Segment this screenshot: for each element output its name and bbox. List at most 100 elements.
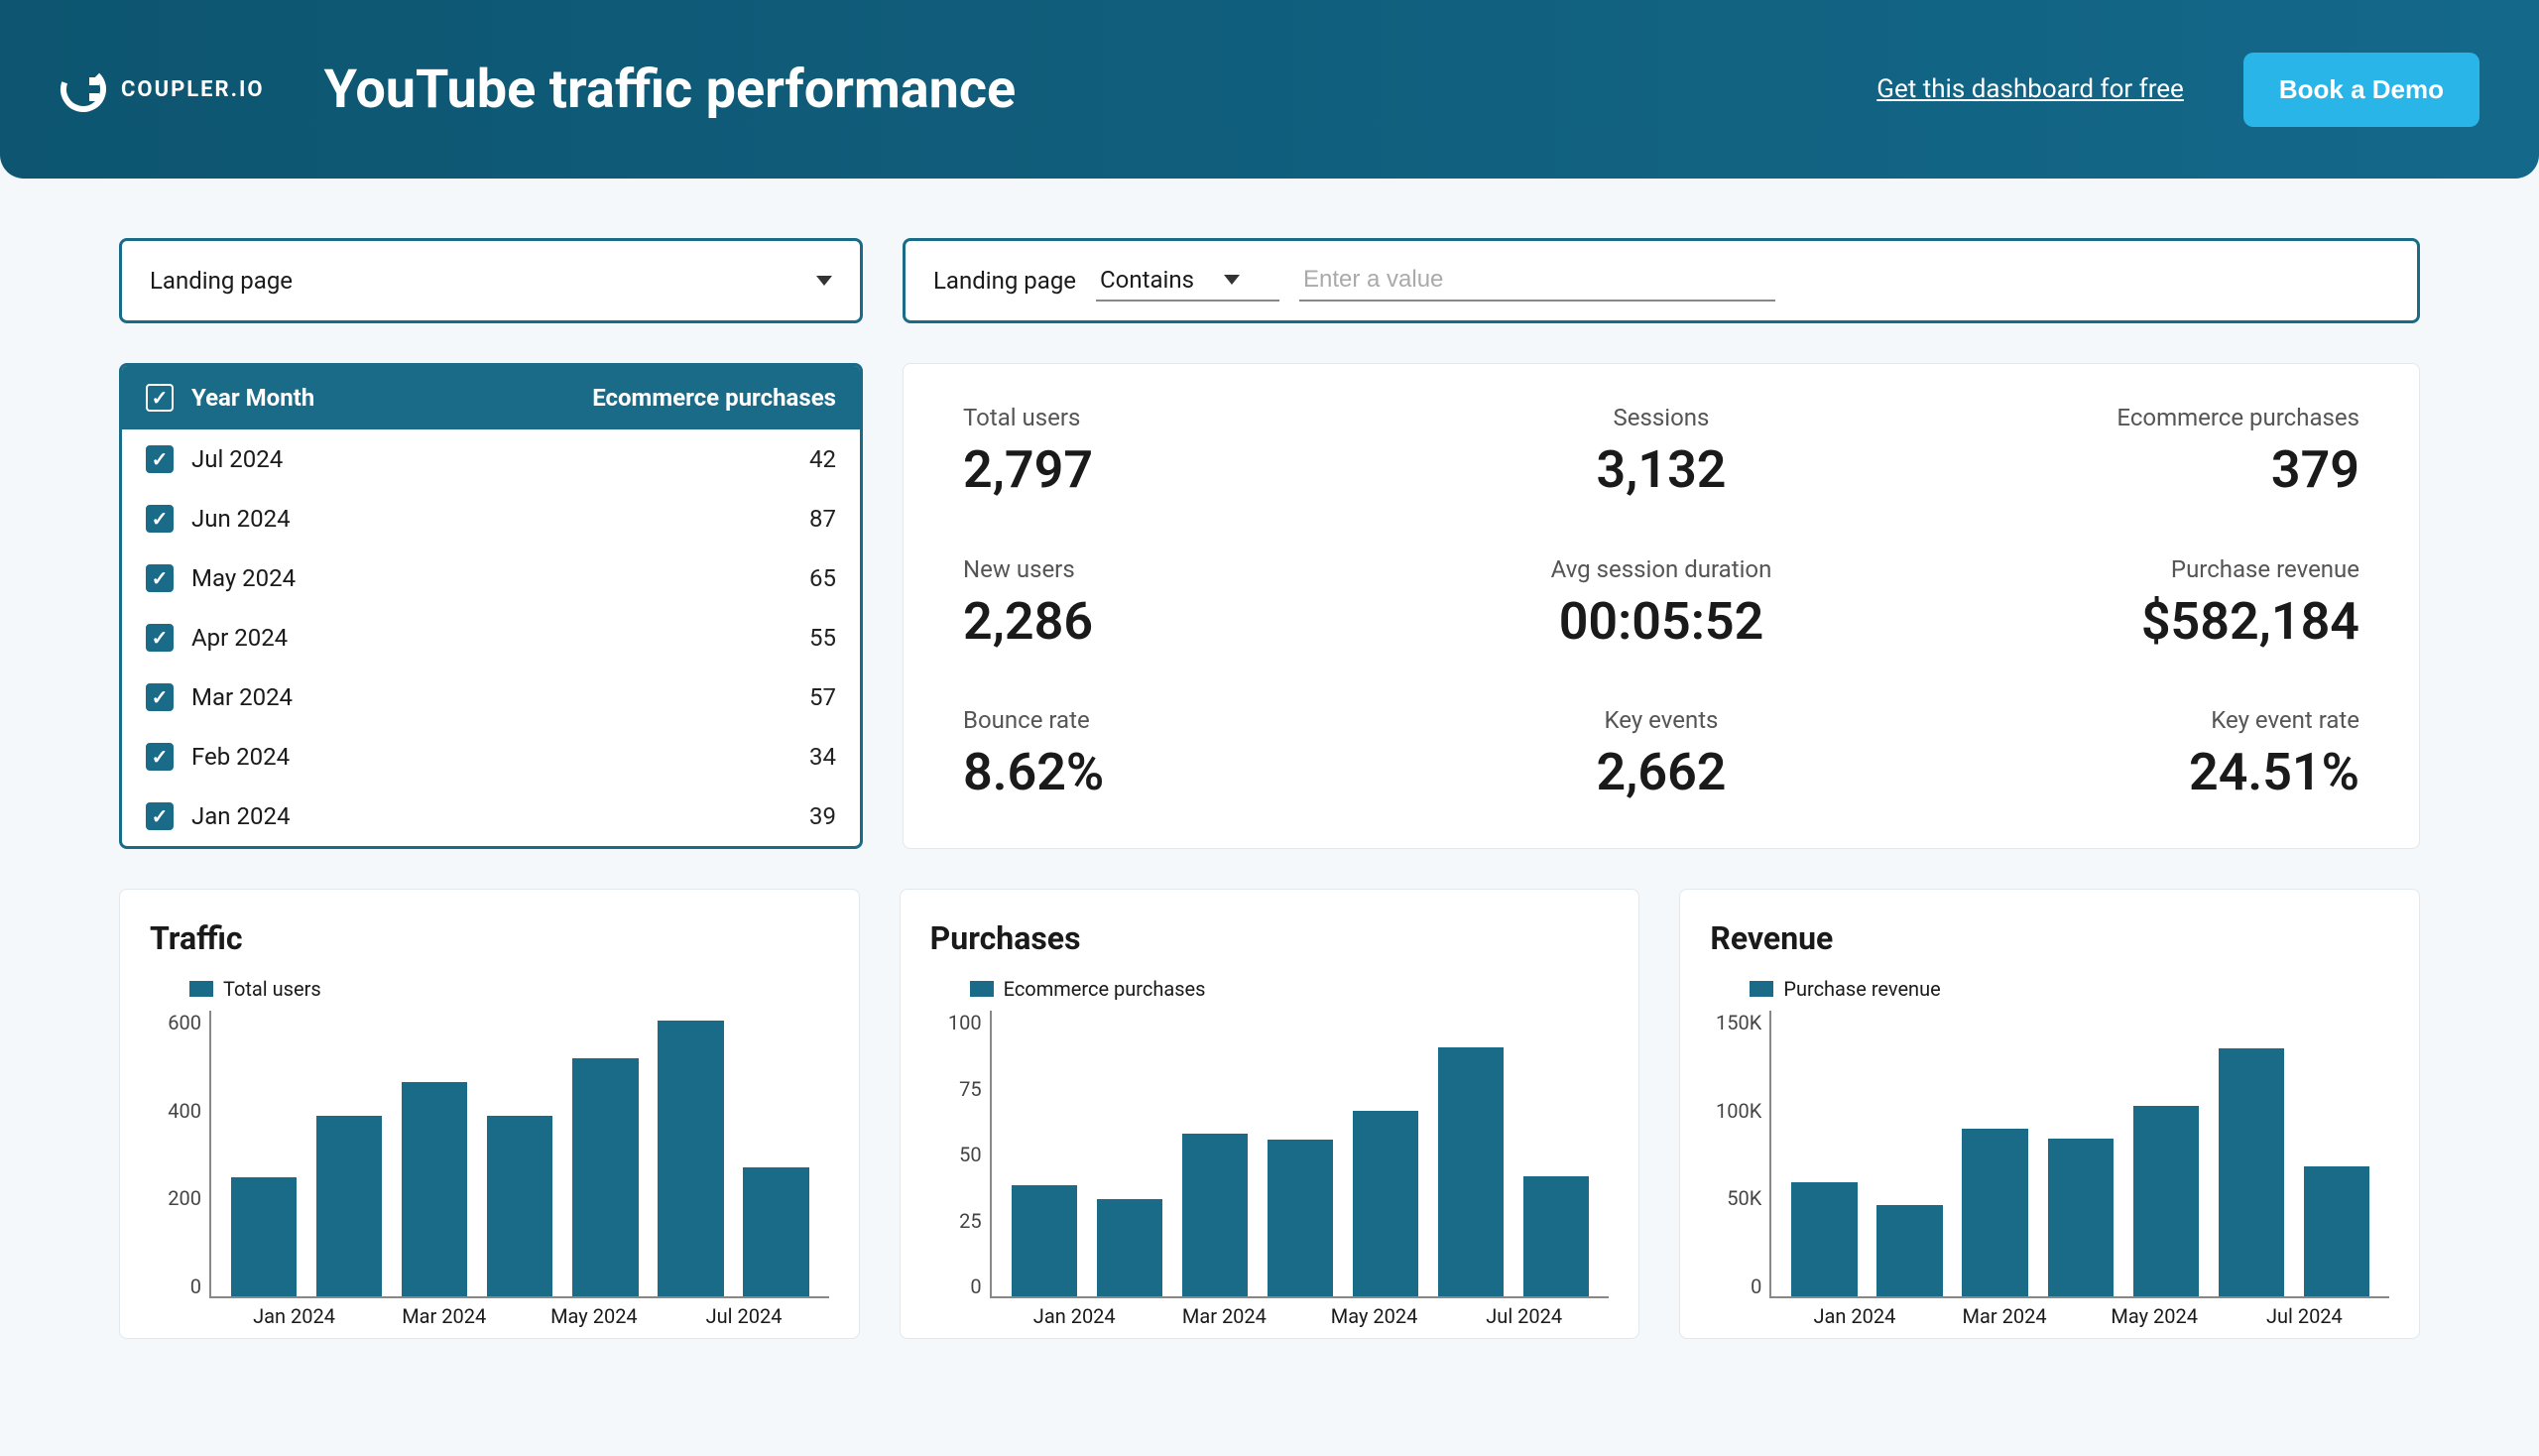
- x-axis: Jan 2024Mar 2024May 2024Jul 2024: [209, 1298, 829, 1328]
- select-all-checkbox[interactable]: [146, 384, 174, 412]
- row-checkbox[interactable]: [146, 743, 174, 771]
- y-tick-label: 100K: [1716, 1099, 1761, 1123]
- chart-bar: [1097, 1199, 1162, 1296]
- row-checkbox[interactable]: [146, 564, 174, 592]
- y-tick-label: 200: [168, 1186, 201, 1210]
- y-tick-label: 400: [168, 1099, 201, 1123]
- book-demo-button[interactable]: Book a Demo: [2243, 53, 2479, 127]
- metrics-card: Total users 2,797Sessions3,132Ecommerce p…: [903, 363, 2420, 849]
- y-tick-label: 600: [168, 1011, 201, 1034]
- legend-swatch: [970, 981, 994, 997]
- metric: Sessions3,132: [1428, 404, 1893, 506]
- row-metric-value: 55: [809, 624, 836, 652]
- caret-down-icon: [816, 276, 832, 286]
- chart-bar: [487, 1116, 552, 1296]
- chart-bar: [2048, 1139, 2114, 1296]
- x-tick-label: Jul 2024: [1449, 1304, 1599, 1328]
- filter-dimension-label: Landing page: [933, 267, 1076, 295]
- chart-plot: 1007550250Jan 2024Mar 2024May 2024Jul 20…: [930, 1011, 1610, 1328]
- table-row[interactable]: Jan 2024 39: [122, 787, 860, 846]
- dimension-select[interactable]: Landing page: [119, 238, 863, 323]
- row-checkbox[interactable]: [146, 624, 174, 652]
- x-axis: Jan 2024Mar 2024May 2024Jul 2024: [990, 1298, 1610, 1328]
- table-row[interactable]: Jun 202487: [122, 489, 860, 548]
- x-tick-label: Mar 2024: [1149, 1304, 1299, 1328]
- plot-area: [1769, 1011, 2389, 1298]
- y-tick-label: 150K: [1716, 1011, 1761, 1034]
- metric-value: 2,797: [963, 439, 1428, 500]
- x-tick-label: Mar 2024: [1929, 1304, 2079, 1328]
- col-header-month: Year Month: [191, 384, 314, 412]
- chart-card: Purchases Ecommerce purchases 1007550250Ja…: [900, 889, 1640, 1339]
- page-title: YouTube traffic performance: [324, 59, 1818, 121]
- metric-value: 2,286: [963, 591, 1428, 652]
- table-row[interactable]: Mar 202457: [122, 667, 860, 727]
- row-month-label: Jan 2024: [191, 802, 290, 830]
- y-axis: 150K100K50K0: [1710, 1011, 1769, 1298]
- metric-label: Avg session duration: [1428, 555, 1893, 583]
- chart-title: Purchases: [930, 919, 1610, 957]
- x-tick-label: Jul 2024: [2230, 1304, 2379, 1328]
- month-table-header: Year Month Ecommerce purchases: [122, 366, 860, 429]
- table-row[interactable]: Apr 2024 55: [122, 608, 860, 667]
- chart-bar: [1876, 1205, 1942, 1296]
- chart-plot: 150K100K50K0Jan 2024Mar 2024May 2024Jul …: [1710, 1011, 2389, 1328]
- row-checkbox[interactable]: [146, 683, 174, 711]
- filter-operator-value: Contains: [1100, 266, 1194, 294]
- legend-label: Total users: [223, 977, 321, 1001]
- chart-bar: [2304, 1166, 2369, 1296]
- metric-label: Key events: [1428, 706, 1893, 734]
- chart-bar: [231, 1177, 297, 1296]
- chart-bar: [402, 1082, 467, 1296]
- chart-bar: [1268, 1140, 1333, 1296]
- row-month-label: Jun 2024: [191, 505, 291, 533]
- chart-plot: 6004002000Jan 2024Mar 2024May 2024Jul 20…: [150, 1011, 829, 1328]
- y-tick-label: 25: [959, 1209, 981, 1233]
- chart-bar: [658, 1021, 723, 1296]
- row-checkbox[interactable]: [146, 445, 174, 473]
- table-row[interactable]: May 202465: [122, 548, 860, 608]
- filter-operator-select[interactable]: Contains: [1096, 260, 1279, 302]
- row-checkbox[interactable]: [146, 505, 174, 533]
- brand-name: COUPLER.IO: [121, 77, 265, 102]
- metric-label: Key event rate: [1894, 706, 2359, 734]
- plot-area: [209, 1011, 829, 1298]
- legend-label: Purchase revenue: [1783, 977, 1940, 1001]
- row-checkbox[interactable]: [146, 802, 174, 830]
- metric: Total users 2,797: [963, 404, 1428, 506]
- chart-bar: [2133, 1106, 2199, 1296]
- chart-card: TrafficTotal users6004002000Jan 2024Mar …: [119, 889, 860, 1339]
- metric-label: Ecommerce purchases: [1894, 404, 2359, 431]
- metric-label: Bounce rate: [963, 706, 1428, 734]
- x-tick-label: May 2024: [1299, 1304, 1449, 1328]
- metric-label: Total users: [963, 404, 1428, 431]
- chart-bar: [1523, 1176, 1589, 1296]
- row-metric-value: 39: [809, 802, 836, 830]
- chart-title: Revenue: [1710, 919, 2389, 957]
- get-dashboard-link[interactable]: Get this dashboard for free: [1876, 74, 2184, 104]
- chart-bar: [2219, 1048, 2284, 1296]
- x-tick-label: Jul 2024: [668, 1304, 818, 1328]
- metric: Avg session duration00:05:52: [1428, 555, 1893, 658]
- y-tick-label: 0: [1751, 1274, 1761, 1298]
- x-tick-label: Mar 2024: [369, 1304, 519, 1328]
- table-row[interactable]: Feb 202434: [122, 727, 860, 787]
- row-metric-value: 57: [809, 683, 836, 711]
- col-header-metric: Ecommerce purchases: [592, 384, 836, 412]
- metric: Key events 2,662: [1428, 706, 1893, 808]
- chart-bar: [1182, 1134, 1248, 1296]
- metric-value: 3,132: [1428, 439, 1893, 500]
- metric-value: 379: [1894, 439, 2359, 500]
- chart-legend: Ecommerce purchases: [970, 977, 1610, 1001]
- table-row[interactable]: Jul 202442: [122, 429, 860, 489]
- chart-bar: [1962, 1129, 2027, 1296]
- brand-logo: COUPLER.IO: [60, 65, 265, 113]
- filter-value-input[interactable]: [1299, 260, 1775, 302]
- chart-bar: [1012, 1185, 1077, 1296]
- row-month-label: Apr 2024: [191, 624, 288, 652]
- row-metric-value: 65: [809, 564, 836, 592]
- metric-value: 2,662: [1428, 742, 1893, 802]
- chart-legend: Purchase revenue: [1750, 977, 2389, 1001]
- metric-value: $582,184: [1894, 591, 2359, 652]
- row-month-label: Jul 2024: [191, 445, 283, 473]
